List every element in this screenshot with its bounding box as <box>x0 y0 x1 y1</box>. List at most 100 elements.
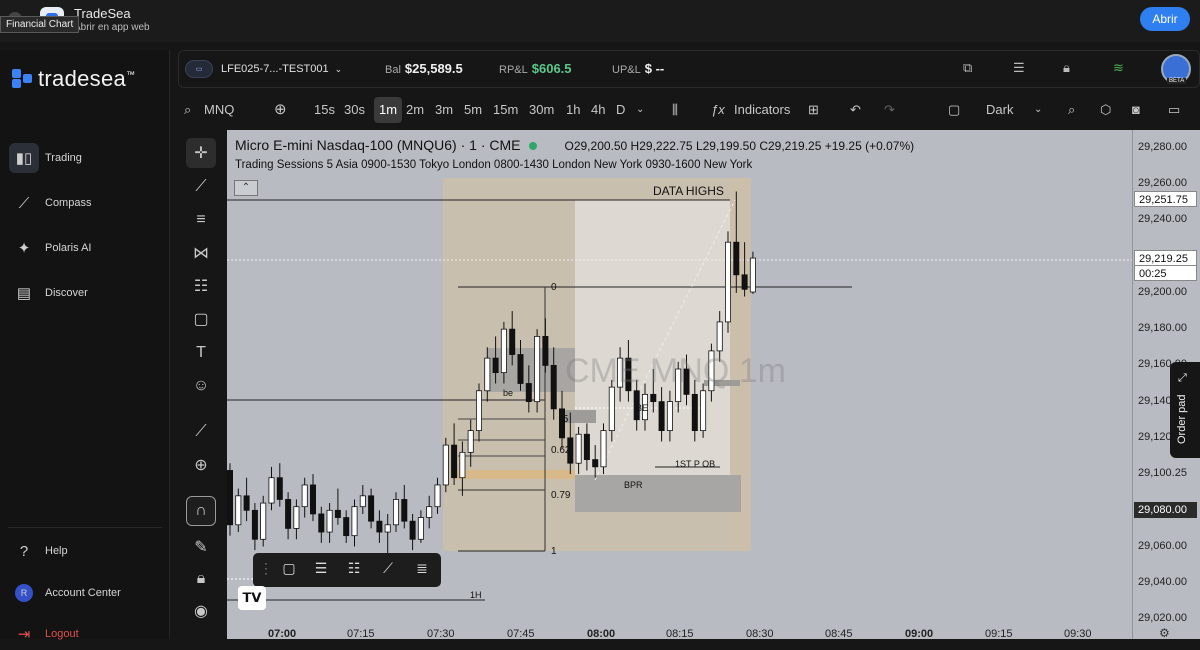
add-symbol-icon[interactable]: ⊕ <box>274 100 287 118</box>
sidebar-item-help[interactable]: ? Help <box>8 535 162 567</box>
crosshair-icon[interactable]: ✛ <box>186 138 216 168</box>
indicators-icon[interactable]: ƒx <box>711 102 725 117</box>
chart-symbol-title[interactable]: Micro E-mini Nasdaq-100 (MNQU6) · 1 · CM… <box>235 137 521 153</box>
camera-icon[interactable]: ◙ <box>1132 102 1140 117</box>
magnet-icon[interactable]: ∩ <box>186 496 216 526</box>
candle <box>724 231 731 333</box>
order-pad-tab[interactable]: ⤢ Order pad <box>1170 362 1200 458</box>
interval-5m[interactable]: 5m <box>464 102 482 117</box>
interval-1h[interactable]: 1h <box>566 102 580 117</box>
collapse-legend-button[interactable]: ⌃ <box>234 180 258 196</box>
menu-lines-icon[interactable]: ≣ <box>411 560 433 580</box>
interval-30s[interactable]: 30s <box>344 102 365 117</box>
rectangle-tool-icon[interactable]: ▢ <box>186 304 216 334</box>
fib-lines-icon[interactable]: ☷ <box>343 560 365 580</box>
be-label-1: be <box>503 388 514 398</box>
candle-type-icon[interactable]: ⫼ <box>672 102 678 118</box>
interval-15m[interactable]: 15m <box>493 102 518 117</box>
time-tick-label: 07:00 <box>268 628 297 640</box>
search-icon[interactable]: ⌕ <box>184 102 191 118</box>
tradingview-logo[interactable]: 𝗧𝗩 <box>238 586 266 610</box>
interval-1m[interactable]: 1m <box>374 97 403 123</box>
maximize-icon[interactable]: ▭ <box>1168 102 1180 118</box>
settings-sliders-icon[interactable]: ☰ <box>1013 60 1025 76</box>
candle-body <box>658 401 665 432</box>
candle-body <box>260 502 267 540</box>
interval-d[interactable]: D <box>616 102 625 117</box>
interval-4h[interactable]: 4h <box>591 102 605 117</box>
time-tick-label: 09:30 <box>1064 628 1092 640</box>
drag-handle-icon[interactable]: ⋮ <box>255 560 277 580</box>
candle-body <box>359 495 366 508</box>
candle-body <box>343 517 350 537</box>
candle <box>409 513 416 551</box>
symbol-search[interactable]: MNQ <box>204 102 234 117</box>
eye-icon[interactable]: ◉ <box>186 596 216 626</box>
candle-body <box>691 393 698 432</box>
draw-lock-pencil-icon[interactable]: ✎ <box>186 532 216 562</box>
theme-select[interactable]: Dark <box>986 102 1013 117</box>
candle <box>251 503 258 551</box>
sidebar-item-label: Trading <box>45 152 82 164</box>
lock-drawings-icon[interactable]: 🔒︎ <box>186 564 216 594</box>
brand-trademark: ™ <box>126 69 136 80</box>
emoji-icon[interactable]: ☺ <box>186 371 216 401</box>
time-tick-label: 07:45 <box>507 628 535 640</box>
open-app-button[interactable]: Abrir <box>1140 7 1190 31</box>
trend-line-icon[interactable]: ⟋ <box>186 172 216 202</box>
account-selector[interactable]: ▭ LFE025-7...-TEST001 ⌄ <box>185 56 342 82</box>
sidebar-item-polaris-ai[interactable]: ✦ Polaris AI <box>8 232 162 264</box>
sidebar-item-logout[interactable]: ⇥ Logout <box>8 618 162 650</box>
rectangle-icon[interactable]: ▢ <box>278 560 300 580</box>
chevron-down-icon[interactable]: ⌄ <box>1034 104 1042 115</box>
price-tick-label: 29,100.25 <box>1138 466 1187 479</box>
candle <box>351 499 358 547</box>
upl-stat: UP&L $ -- <box>612 61 665 76</box>
fullscreen-box-icon[interactable]: ▢ <box>948 102 960 118</box>
axis-settings-icon[interactable]: ⚙ <box>1159 626 1170 640</box>
profile-avatar[interactable]: BETA <box>1161 54 1191 84</box>
lines-icon[interactable]: ☰ <box>310 560 332 580</box>
ruler-icon[interactable]: ⟋ <box>186 417 216 447</box>
undo-icon[interactable]: ↶ <box>850 102 861 118</box>
wifi-icon: ≋ <box>1113 60 1124 75</box>
candle <box>276 463 283 507</box>
indicators-button[interactable]: Indicators <box>734 102 790 117</box>
interval-3m[interactable]: 3m <box>435 102 453 117</box>
text-tool-icon[interactable]: T <box>186 338 216 368</box>
interval-15s[interactable]: 15s <box>314 102 335 117</box>
price-tick-label: 29,020.00 <box>1138 612 1187 624</box>
price-tick-label: 29,240.00 <box>1138 213 1187 226</box>
candle <box>334 488 341 525</box>
fib-level-0: 0 <box>551 282 557 293</box>
chevron-down-icon[interactable]: ⌄ <box>636 104 644 115</box>
lock-icon[interactable]: 🔒︎ <box>1063 60 1070 76</box>
pattern-icon[interactable]: ⋈ <box>186 238 216 268</box>
sidebar-item-discover[interactable]: ▤ Discover <box>8 277 162 309</box>
price-tag: 29,080.00 <box>1134 502 1197 519</box>
candle-body <box>227 470 233 526</box>
zoom-in-icon[interactable]: ⊕ <box>186 450 216 480</box>
chevron-down-icon: ⌄ <box>334 63 343 74</box>
export-icon[interactable]: ⧉ <box>963 60 972 76</box>
sidebar-item-account-center[interactable]: R Account Center <box>8 577 162 609</box>
zoom-search-icon[interactable]: ⌕ <box>1068 102 1075 118</box>
line-tool-icon[interactable]: ⟋ <box>377 560 399 580</box>
interval-2m[interactable]: 2m <box>406 102 424 117</box>
logout-icon: ⇥ <box>17 626 31 643</box>
candle <box>235 488 242 533</box>
candle-body <box>600 430 607 468</box>
account-id: LFE025-7...-TEST001 <box>221 63 329 75</box>
settings-icon[interactable]: ⬡ <box>1100 102 1111 118</box>
redo-icon[interactable]: ↷ <box>884 102 895 118</box>
interval-30m[interactable]: 30m <box>529 102 554 117</box>
sidebar-item-compass[interactable]: ⟋ Compass <box>8 187 162 219</box>
data-highs-label: DATA HIGHS <box>653 184 724 198</box>
horizontal-lines-icon[interactable]: ≡ <box>186 205 216 235</box>
layouts-icon[interactable]: ⊞ <box>808 102 819 118</box>
candle-body <box>459 451 466 479</box>
candle <box>227 463 233 536</box>
sessions-indicator[interactable]: Trading Sessions 5 Asia 0900-1530 Tokyo … <box>235 159 752 171</box>
fib-tool-icon[interactable]: ☷ <box>186 271 216 301</box>
sidebar-item-trading[interactable]: ▮▯ Trading <box>8 142 162 174</box>
